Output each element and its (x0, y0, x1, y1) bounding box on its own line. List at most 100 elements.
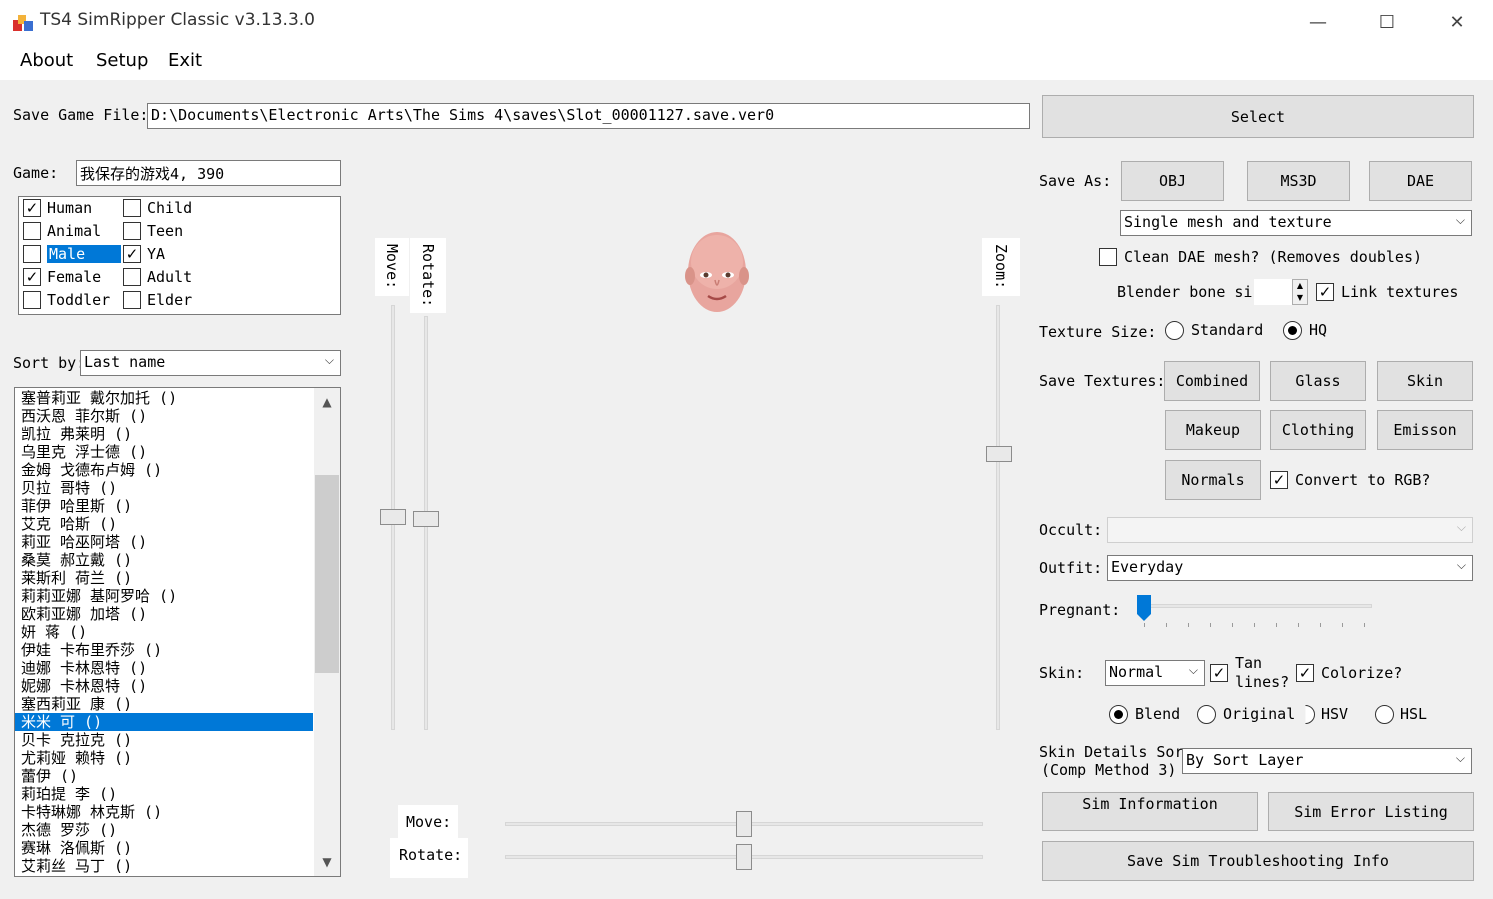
skin-combo[interactable]: Normal ⌵ (1105, 660, 1205, 686)
pregnant-thumb[interactable] (1136, 594, 1152, 622)
list-item[interactable]: 杰德 罗莎 () (15, 821, 313, 839)
filter-ya[interactable]: ✓ YA (123, 243, 165, 265)
clothing-button[interactable]: Clothing (1270, 410, 1366, 450)
list-item[interactable]: 伊娃 卡布里乔莎 () (15, 641, 313, 659)
hsl-radio[interactable] (1375, 705, 1394, 724)
filter-child[interactable]: Child (123, 197, 192, 219)
list-item[interactable]: 塞普莉亚 戴尔加托 () (15, 389, 313, 407)
list-item[interactable]: 桑莫 郝立戴 () (15, 551, 313, 569)
checkbox-female[interactable]: ✓ (23, 268, 41, 286)
link-textures-checkbox[interactable]: ✓ (1316, 283, 1334, 301)
checkbox-child[interactable] (123, 199, 141, 217)
standard-radio[interactable] (1165, 321, 1184, 340)
checkbox-human[interactable]: ✓ (23, 199, 41, 217)
sim-error-listing-button[interactable]: Sim Error Listing (1268, 792, 1474, 831)
emisson-button[interactable]: Emisson (1377, 410, 1473, 450)
sim-information-button[interactable]: Sim Information (1042, 792, 1258, 831)
checkbox-teen[interactable] (123, 222, 141, 240)
blend-radio[interactable] (1109, 705, 1128, 724)
list-item[interactable]: 妍 蒋 () (15, 623, 313, 641)
list-item[interactable]: 菲伊 哈里斯 () (15, 497, 313, 515)
glass-button[interactable]: Glass (1270, 361, 1366, 401)
rotate-vertical-thumb[interactable] (413, 511, 439, 527)
list-item[interactable]: 妮娜 卡林恩特 () (15, 677, 313, 695)
list-item[interactable]: 欧莉亚娜 加塔 () (15, 605, 313, 623)
rotate-horizontal-thumb[interactable] (736, 844, 752, 870)
list-item[interactable]: 卡特琳娜 林克斯 () (15, 803, 313, 821)
filter-male[interactable]: Male (23, 243, 121, 265)
stepper-up-icon[interactable]: ▲ (1293, 280, 1307, 292)
list-scrollbar[interactable]: ▲ ▼ (314, 388, 340, 876)
list-item[interactable]: 金姆 戈德布卢姆 () (15, 461, 313, 479)
sim-list[interactable]: 塞普莉亚 戴尔加托 () 西沃恩 菲尔斯 () 凯拉 弗莱明 () 乌里克 浮士德 (… (14, 387, 341, 877)
hsv-radio[interactable] (1305, 705, 1315, 724)
filter-toddler[interactable]: Toddler (23, 289, 110, 311)
checkbox-animal[interactable] (23, 222, 41, 240)
filter-teen[interactable]: Teen (123, 220, 183, 242)
zoom-vertical-thumb[interactable] (986, 446, 1012, 462)
hq-radio[interactable] (1283, 321, 1302, 340)
save-file-input[interactable]: D:\Documents\Electronic Arts\The Sims 4\… (147, 103, 1030, 129)
list-item[interactable]: 凯拉 弗莱明 () (15, 425, 313, 443)
list-item[interactable]: 贝卡 克拉克 () (15, 731, 313, 749)
sim-head-preview[interactable] (680, 228, 754, 318)
makeup-button[interactable]: Makeup (1165, 410, 1261, 450)
menu-exit[interactable]: Exit (168, 50, 202, 71)
list-item[interactable]: 迪娜 卡林恩特 () (15, 659, 313, 677)
list-item[interactable]: 西沃恩 菲尔斯 () (15, 407, 313, 425)
scroll-up-icon[interactable]: ▲ (314, 390, 340, 414)
scroll-down-icon[interactable]: ▼ (314, 850, 340, 874)
list-item[interactable]: 艾克 哈斯 () (15, 515, 313, 533)
colorize-checkbox[interactable]: ✓ (1296, 664, 1314, 682)
list-item[interactable]: 艾莉丝 马丁 () (15, 857, 313, 875)
obj-button[interactable]: OBJ (1121, 161, 1224, 201)
checkbox-male[interactable] (23, 245, 41, 263)
list-item[interactable]: 乌里克 浮士德 () (15, 443, 313, 461)
list-item[interactable]: 贝拉 哥特 () (15, 479, 313, 497)
list-item[interactable]: 莉亚 哈巫阿塔 () (15, 533, 313, 551)
combined-button[interactable]: Combined (1164, 361, 1260, 401)
ms3d-button[interactable]: MS3D (1247, 161, 1350, 201)
list-item[interactable]: 赛琳 洛佩斯 () (15, 839, 313, 857)
filter-elder[interactable]: Elder (123, 289, 192, 311)
list-item[interactable]: 蕾伊 () (15, 767, 313, 785)
filter-female[interactable]: ✓ Female (23, 266, 101, 288)
skin-details-combo[interactable]: By Sort Layer ⌵ (1182, 748, 1472, 774)
stepper-down-icon[interactable]: ▼ (1293, 292, 1307, 304)
close-button[interactable]: ✕ (1422, 0, 1492, 44)
save-troubleshooting-button[interactable]: Save Sim Troubleshooting Info (1042, 841, 1474, 881)
move-vertical-thumb[interactable] (380, 509, 406, 525)
list-item[interactable]: 莱斯利 荷兰 () (15, 569, 313, 587)
normals-button[interactable]: Normals (1165, 460, 1261, 500)
list-item[interactable]: 塞西莉亚 康 () (15, 695, 313, 713)
list-item[interactable]: 莉莉亚娜 基阿罗哈 () (15, 587, 313, 605)
list-item[interactable]: 莉珀提 李 () (15, 785, 313, 803)
filter-adult[interactable]: Adult (123, 266, 192, 288)
move-horizontal-thumb[interactable] (736, 811, 752, 837)
mesh-option-combo[interactable]: Single mesh and texture ⌵ (1120, 210, 1472, 236)
original-radio[interactable] (1197, 705, 1216, 724)
tan-lines-checkbox[interactable]: ✓ (1210, 664, 1228, 682)
filter-human[interactable]: ✓ Human (23, 197, 92, 219)
checkbox-elder[interactable] (123, 291, 141, 309)
select-button[interactable]: Select (1042, 95, 1474, 138)
dae-button[interactable]: DAE (1369, 161, 1472, 201)
checkbox-toddler[interactable] (23, 291, 41, 309)
zoom-vertical-track[interactable] (996, 305, 1000, 730)
game-input[interactable]: 我保存的游戏4, 390 (76, 160, 341, 186)
filter-animal[interactable]: Animal (23, 220, 101, 242)
blender-bone-stepper[interactable]: ▲ ▼ (1254, 279, 1308, 305)
minimize-button[interactable]: — (1283, 0, 1353, 44)
convert-rgb-checkbox[interactable]: ✓ (1270, 471, 1288, 489)
list-item[interactable]: 尤莉娅 赖特 () (15, 749, 313, 767)
checkbox-ya[interactable]: ✓ (123, 245, 141, 263)
menu-setup[interactable]: Setup (96, 50, 148, 71)
clean-dae-checkbox[interactable] (1099, 248, 1117, 266)
menu-about[interactable]: About (20, 50, 73, 71)
list-item[interactable]: 米米 可 () (15, 713, 313, 731)
checkbox-adult[interactable] (123, 268, 141, 286)
sort-combo[interactable]: Last name ⌵ (80, 350, 341, 376)
skin-button[interactable]: Skin (1377, 361, 1473, 401)
occult-combo[interactable]: ⌵ (1107, 517, 1473, 543)
pregnant-track[interactable] (1142, 604, 1372, 608)
